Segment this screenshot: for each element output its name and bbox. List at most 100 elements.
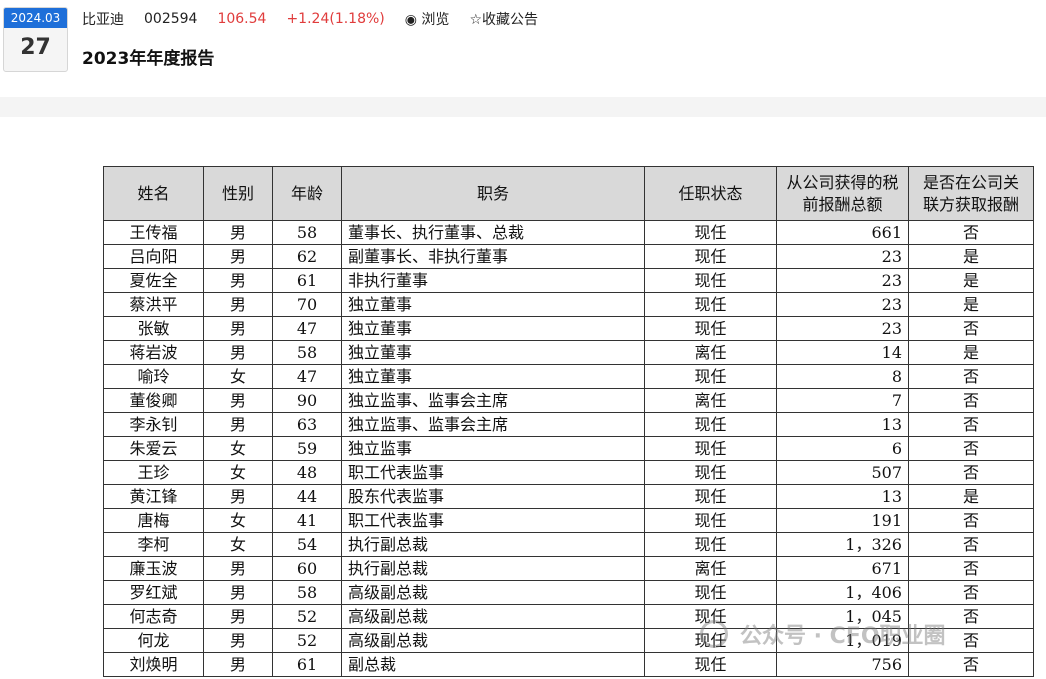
cell-status: 现任: [644, 580, 777, 605]
cell-position: 执行副总裁: [341, 532, 645, 557]
stock-price: 106.54: [217, 11, 267, 27]
cell-status: 离任: [644, 340, 777, 365]
cell-position: 独立监事、监事会主席: [341, 412, 645, 437]
cell-status: 离任: [644, 388, 777, 413]
cell-age: 52: [272, 628, 342, 653]
table-row: 王珍女 48 职工代表监事 现任 507 否: [103, 460, 1034, 485]
cell-age: 70: [272, 292, 342, 317]
column-header-status: 任职状态: [644, 166, 777, 221]
cell-name: 唐梅: [103, 508, 204, 533]
cell-age: 61: [272, 652, 342, 677]
cell-age: 61: [272, 268, 342, 293]
cell-related-party: 是: [908, 244, 1034, 269]
stock-name-link[interactable]: 比亚迪: [82, 9, 124, 29]
cell-compensation: 756: [776, 652, 909, 677]
cell-status: 现任: [644, 652, 777, 677]
cell-status: 现任: [644, 364, 777, 389]
cell-age: 41: [272, 508, 342, 533]
date-year-month: 2024.03: [4, 8, 67, 28]
cell-gender: 男: [203, 388, 273, 413]
cell-related-party: 否: [908, 388, 1034, 413]
cell-status: 现任: [644, 604, 777, 629]
table-row: 李永钊男 63 独立监事、监事会主席 现任 13 否: [103, 412, 1034, 437]
cell-related-party: 否: [908, 652, 1034, 677]
cell-position: 执行副总裁: [341, 556, 645, 581]
cell-compensation: 507: [776, 460, 909, 485]
cell-age: 58: [272, 220, 342, 245]
cell-status: 现任: [644, 412, 777, 437]
table-row: 王传福男 58 董事长、执行董事、总裁 现任 661 否: [103, 220, 1034, 245]
cell-related-party: 否: [908, 508, 1034, 533]
cell-name: 黄江锋: [103, 484, 204, 509]
cell-position: 独立董事: [341, 364, 645, 389]
cell-position: 董事长、执行董事、总裁: [341, 220, 645, 245]
cell-gender: 男: [203, 556, 273, 581]
favorite-announcement-button[interactable]: ☆收藏公告: [469, 9, 538, 29]
column-header-gender: 性别: [203, 166, 273, 221]
cell-compensation: 23: [776, 244, 909, 269]
cell-position: 股东代表监事: [341, 484, 645, 509]
cell-name: 罗红斌: [103, 580, 204, 605]
cell-position: 独立董事: [341, 316, 645, 341]
cell-related-party: 否: [908, 556, 1034, 581]
cell-status: 现任: [644, 316, 777, 341]
cell-related-party: 否: [908, 364, 1034, 389]
cell-name: 王传福: [103, 220, 204, 245]
cell-compensation: 191: [776, 508, 909, 533]
cell-compensation: 14: [776, 340, 909, 365]
cell-gender: 男: [203, 340, 273, 365]
cell-compensation: 6: [776, 436, 909, 461]
cell-age: 90: [272, 388, 342, 413]
cell-age: 58: [272, 340, 342, 365]
cell-gender: 女: [203, 436, 273, 461]
table-row: 刘焕明男 61 副总裁 现任 756 否: [103, 652, 1034, 677]
cell-age: 62: [272, 244, 342, 269]
cell-position: 独立董事: [341, 292, 645, 317]
cell-name: 夏佐全: [103, 268, 204, 293]
cell-status: 现任: [644, 532, 777, 557]
date-day: 27: [20, 35, 51, 60]
cell-gender: 女: [203, 460, 273, 485]
cell-status: 现任: [644, 220, 777, 245]
cell-name: 王珍: [103, 460, 204, 485]
cell-position: 职工代表监事: [341, 508, 645, 533]
cell-compensation: 1，326: [776, 532, 909, 557]
cell-status: 现任: [644, 244, 777, 269]
table-row: 黄江锋男 44 股东代表监事 现任 13 是: [103, 484, 1034, 509]
cell-age: 58: [272, 580, 342, 605]
cell-age: 48: [272, 460, 342, 485]
date-badge: 2024.03 27: [3, 7, 68, 72]
cell-name: 李永钊: [103, 412, 204, 437]
section-divider: [0, 97, 1046, 117]
stock-info-bar: 比亚迪 002594 106.54 +1.24(1.18%) ◉ 浏览 ☆收藏公…: [82, 9, 558, 29]
stock-code: 002594: [144, 11, 198, 27]
cell-status: 现任: [644, 436, 777, 461]
cell-age: 44: [272, 484, 342, 509]
table-body: 王传福男 58 董事长、执行董事、总裁 现任 661 否吕向阳男 62 副董事长、非执行董事现…: [103, 220, 1034, 677]
cell-gender: 男: [203, 604, 273, 629]
table-row: 何龙男 52 高级副总裁 现任 1，019 否: [103, 628, 1034, 653]
cell-age: 47: [272, 364, 342, 389]
cell-age: 52: [272, 604, 342, 629]
cell-position: 高级副总裁: [341, 604, 645, 629]
cell-position: 独立监事、监事会主席: [341, 388, 645, 413]
cell-status: 现任: [644, 628, 777, 653]
cell-gender: 女: [203, 364, 273, 389]
cell-gender: 男: [203, 412, 273, 437]
table-row: 唐梅女 41 职工代表监事 现任 191 否: [103, 508, 1034, 533]
cell-compensation: 23: [776, 268, 909, 293]
cell-position: 副总裁: [341, 652, 645, 677]
cell-age: 54: [272, 532, 342, 557]
table-row: 蔡洪平男 70 独立董事 现任 23 是: [103, 292, 1034, 317]
cell-name: 朱爱云: [103, 436, 204, 461]
cell-position: 高级副总裁: [341, 628, 645, 653]
browse-button[interactable]: ◉ 浏览: [405, 9, 450, 29]
cell-position: 独立监事: [341, 436, 645, 461]
table-row: 罗红斌男 58 高级副总裁 现任 1，406 否: [103, 580, 1034, 605]
column-header-compensation: 从公司获得的税前报酬总额: [776, 166, 909, 221]
table-row: 朱爱云女 59 独立监事 现任 6 否: [103, 436, 1034, 461]
cell-status: 现任: [644, 508, 777, 533]
cell-related-party: 否: [908, 532, 1034, 557]
cell-related-party: 否: [908, 604, 1034, 629]
cell-gender: 男: [203, 244, 273, 269]
